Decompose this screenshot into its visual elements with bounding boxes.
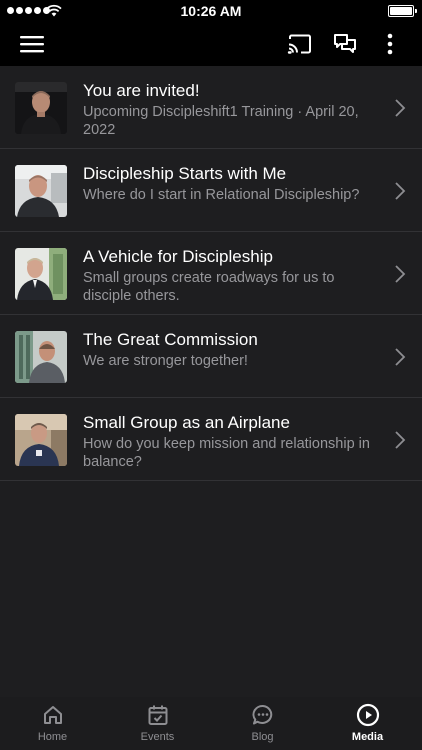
tab-events[interactable]: Events [105, 697, 210, 750]
tab-label: Blog [251, 731, 274, 743]
chevron-right-icon [395, 348, 406, 366]
media-subtitle: How do you keep mission and relationship… [83, 436, 370, 470]
status-bar: 10:26 AM [0, 0, 422, 22]
media-subtitle: Where do I start in Relational Disciples… [83, 187, 360, 203]
media-subtitle: Small groups create roadways for us to d… [83, 270, 335, 304]
media-list-item[interactable]: The Great Commission We are stronger tog… [0, 315, 422, 398]
media-list-item[interactable]: Small Group as an Airplane How do you ke… [0, 398, 422, 481]
tab-label: Media [351, 731, 384, 743]
tab-label: Home [37, 731, 68, 743]
media-title: Small Group as an Airplane [83, 413, 290, 432]
calendar-check-icon [148, 705, 167, 725]
tab-home[interactable]: Home [0, 697, 105, 750]
video-thumbnail [15, 248, 67, 300]
media-title: The Great Commission [83, 330, 258, 349]
chevron-right-icon [395, 182, 406, 200]
video-thumbnail [15, 82, 67, 134]
tab-media[interactable]: Media [315, 697, 420, 750]
media-subtitle: Upcoming Discipleshift1 Training · April… [83, 104, 359, 138]
media-subtitle: We are stronger together! [83, 353, 248, 369]
tab-blog[interactable]: Blog [210, 697, 315, 750]
menu-button[interactable] [16, 28, 48, 60]
media-list-item[interactable]: A Vehicle for Discipleship Small groups … [0, 232, 422, 315]
media-list-item[interactable]: You are invited! Upcoming Discipleshift1… [0, 66, 422, 149]
chat-dots-icon [252, 705, 272, 725]
app-bar [0, 22, 422, 66]
status-time: 10:26 AM [180, 3, 242, 19]
home-icon [43, 706, 62, 724]
cast-button[interactable] [284, 28, 316, 60]
media-title: Discipleship Starts with Me [83, 164, 287, 183]
video-thumbnail [15, 414, 67, 466]
chat-bubbles-icon [334, 34, 356, 53]
media-title: You are invited! [83, 81, 200, 100]
play-circle-icon [356, 703, 379, 727]
hamburger-menu-icon [20, 36, 44, 53]
chat-button[interactable] [329, 28, 361, 60]
video-thumbnail [15, 165, 67, 217]
chevron-right-icon [395, 265, 406, 283]
media-list-item[interactable]: Discipleship Starts with Me Where do I s… [0, 149, 422, 232]
chevron-right-icon [395, 99, 406, 117]
video-thumbnail [15, 331, 67, 383]
tab-label: Events [140, 731, 175, 743]
more-options-button[interactable] [374, 28, 406, 60]
tab-bar: Home Events Blog Media [0, 697, 422, 750]
battery-icon [388, 5, 417, 17]
media-title: A Vehicle for Discipleship [83, 247, 273, 266]
more-vertical-icon [387, 33, 393, 55]
cast-icon [287, 34, 311, 54]
chevron-right-icon [395, 431, 406, 449]
media-list: You are invited! Upcoming Discipleshift1… [0, 66, 422, 481]
